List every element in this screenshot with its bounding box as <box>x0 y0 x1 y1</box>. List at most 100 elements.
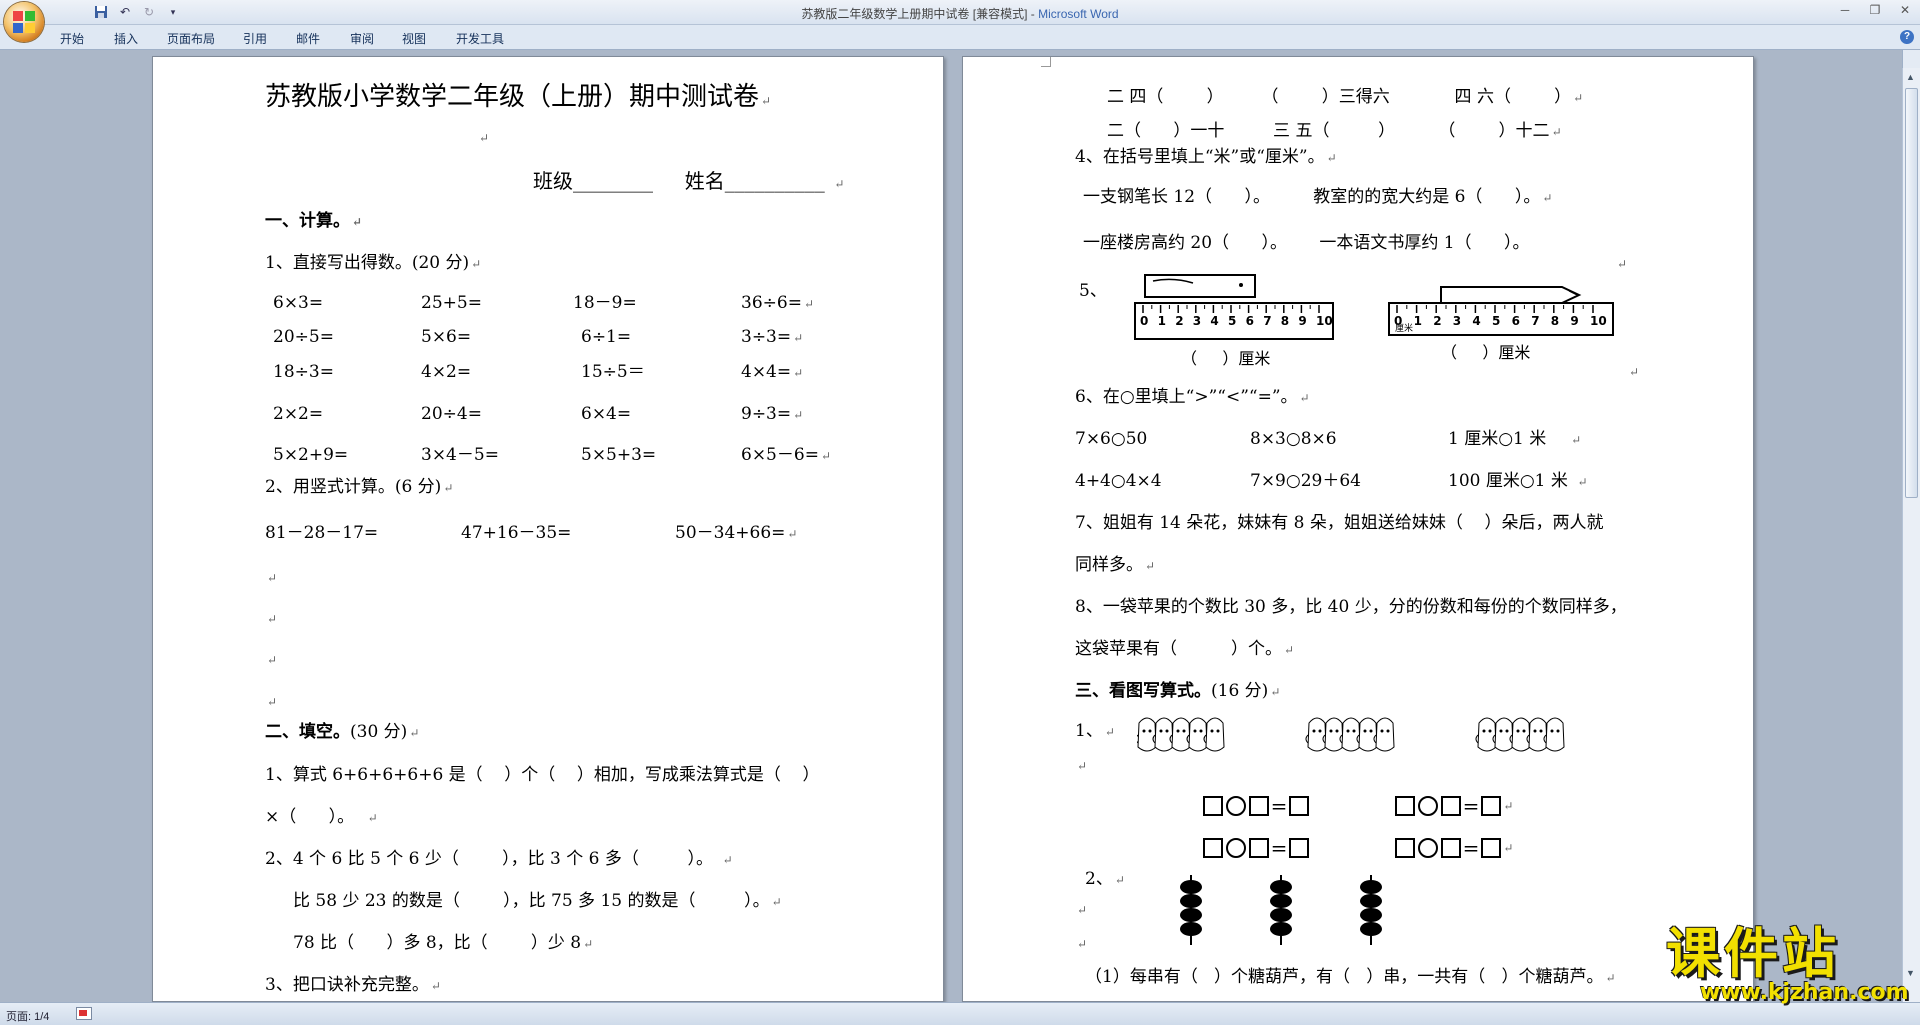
tab-references[interactable]: 引用 <box>243 30 267 47</box>
calc-item: 6×3= <box>273 293 324 313</box>
equation-row: = ↵ <box>1373 817 1513 878</box>
calc-item: 6×5－6= ↵ <box>741 445 831 465</box>
tab-review[interactable]: 审阅 <box>350 30 374 47</box>
fill-question-2-c: 78 比（ ）多 8，比（ ）少 8 ↵ <box>293 933 594 953</box>
tab-mailings[interactable]: 邮件 <box>296 30 320 47</box>
calc-item: 9÷3= ↵ <box>741 404 804 424</box>
ruler-number: 2 <box>1433 314 1441 328</box>
compare-item: 7×9○29＋64 <box>1250 471 1361 491</box>
tab-page-layout[interactable]: 页面布局 <box>167 30 215 47</box>
ruler-number: 1 <box>1158 314 1166 328</box>
question-1-1: 1、直接写出得数。(20 分) ↵ <box>265 253 482 273</box>
question-7-cont: 同样多。 ↵ <box>1075 555 1156 575</box>
close-button[interactable]: ✕ <box>1890 0 1920 20</box>
empty-paragraph: ↵ <box>267 571 278 585</box>
equals-sign: = <box>1462 835 1480 860</box>
empty-paragraph: ↵ <box>267 695 278 709</box>
answer-box[interactable] <box>1394 837 1415 858</box>
answer-box[interactable] <box>1289 795 1310 816</box>
calc-item: 3×4－5= <box>421 445 499 465</box>
rhyme-line-2: 二（ ）一十 三 五（ ） （ ）十二 ↵ <box>1107 121 1562 141</box>
answer-box[interactable] <box>1248 837 1269 858</box>
scroll-up-icon[interactable]: ▲ <box>1906 72 1915 82</box>
calc-item: 18÷3= <box>273 362 334 382</box>
calc-item: 5×6= <box>421 327 472 347</box>
equation-row: = <box>1181 817 1310 878</box>
picture-question-2: 2、 ↵ <box>1085 869 1125 889</box>
help-icon[interactable]: ? <box>1900 30 1914 44</box>
answer-box[interactable] <box>1289 837 1310 858</box>
answer-box[interactable] <box>1248 795 1269 816</box>
rhyme-line-1: 二 四（ ） （ ）三得六 四 六（ ） ↵ <box>1107 87 1584 107</box>
answer-box[interactable] <box>1394 795 1415 816</box>
tab-home[interactable]: 开始 <box>60 30 84 47</box>
calc-item: 20÷5= <box>273 327 334 347</box>
cup-icon <box>1492 717 1514 752</box>
ruler-number: 8 <box>1281 314 1289 328</box>
office-button[interactable] <box>4 2 44 42</box>
proofing-icon[interactable] <box>76 1007 92 1020</box>
section-3-heading: 三、看图写算式。(16 分) ↵ <box>1075 681 1281 701</box>
status-bar: 页面: 1/4 <box>0 1002 1920 1025</box>
cup-icon <box>1526 717 1548 752</box>
answer-box[interactable] <box>1481 795 1502 816</box>
ruler-number: 6 <box>1512 314 1520 328</box>
scrollbar-thumb[interactable] <box>1905 88 1918 498</box>
calc-item: 2×2= <box>273 404 324 424</box>
fill-question-1-cont: ×（ ）。 ↵ <box>265 807 378 827</box>
answer-box[interactable] <box>1202 795 1223 816</box>
tab-developer[interactable]: 开发工具 <box>456 30 504 47</box>
cup-icon <box>1543 717 1565 752</box>
minimize-button[interactable]: ─ <box>1830 0 1860 20</box>
operator-circle[interactable] <box>1417 837 1438 858</box>
ruler-number: 2 <box>1175 314 1183 328</box>
operator-circle[interactable] <box>1417 795 1438 816</box>
empty-paragraph: ↵ <box>1077 759 1088 773</box>
document-page-2[interactable]: 二 四（ ） （ ）三得六 四 六（ ） ↵ 二（ ）一十 三 五（ ） （ ）十… <box>962 56 1754 1002</box>
cup-icon <box>1137 717 1157 752</box>
operator-circle[interactable] <box>1225 837 1246 858</box>
candied-haw-icon <box>1270 875 1292 945</box>
window-title: 苏教版二年级数学上册期中试卷 [兼容模式] - Microsoft Word <box>0 5 1920 22</box>
calc-item: 4×2= <box>421 362 472 382</box>
calc-item: 6÷1= <box>581 327 632 347</box>
ruler-number: 8 <box>1551 314 1559 328</box>
calc-item: 15÷5＝ <box>581 362 645 382</box>
candied-haw-icon <box>1360 875 1382 945</box>
view-ruler-button[interactable] <box>1902 50 1920 68</box>
maximize-button[interactable]: ❐ <box>1860 0 1890 20</box>
answer-box[interactable] <box>1202 837 1223 858</box>
tab-insert[interactable]: 插入 <box>114 30 138 47</box>
page-count[interactable]: 页面: 1/4 <box>6 1008 49 1024</box>
answer-box[interactable] <box>1440 795 1461 816</box>
watermark-url: www.kjzhan.com <box>1700 980 1909 1005</box>
answer-box[interactable] <box>1481 837 1502 858</box>
operator-circle[interactable] <box>1225 795 1246 816</box>
answer-box[interactable] <box>1440 837 1461 858</box>
office-logo-icon <box>13 11 35 33</box>
cup-icon <box>1322 717 1344 752</box>
cup-icon <box>1169 717 1191 752</box>
page-title: 苏教版小学数学二年级（上册）期中测试卷 ↵ <box>265 82 772 112</box>
vertical-calc-item: 81－28－17= <box>265 523 379 543</box>
scroll-down-icon[interactable]: ▼ <box>1906 968 1915 978</box>
document-page-1[interactable]: 苏教版小学数学二年级（上册）期中测试卷 ↵ ↵ 班级________ 姓名____… <box>152 56 944 1002</box>
calc-item: 25+5= <box>421 293 482 313</box>
ruler-2-unit: 厘米 <box>1395 322 1413 334</box>
ruler-number: 1 <box>1414 314 1422 328</box>
calc-item: 20÷4= <box>421 404 482 424</box>
cup-icon <box>1186 717 1208 752</box>
ruler-number: 6 <box>1246 314 1254 328</box>
compare-item: 100 厘米○1 米 ↵ <box>1448 471 1588 491</box>
calc-item: 4×4= ↵ <box>741 362 804 382</box>
ruler-number: 9 <box>1298 314 1306 328</box>
cup-pictures <box>1137 717 1565 752</box>
tab-view[interactable]: 视图 <box>402 30 426 47</box>
calc-item: 5×2+9= <box>273 445 349 465</box>
empty-paragraph: ↵ <box>267 612 278 626</box>
ruler-1-answer: （ ）厘米 <box>1181 349 1271 368</box>
ruler-number: 7 <box>1263 314 1271 328</box>
empty-paragraph: ↵ <box>1077 903 1088 917</box>
vertical-scrollbar[interactable]: ▲ ▼ <box>1902 68 1920 1002</box>
fill-question-2-b: 比 58 少 23 的数是（ ），比 75 多 15 的数是（ ）。 ↵ <box>293 891 782 911</box>
